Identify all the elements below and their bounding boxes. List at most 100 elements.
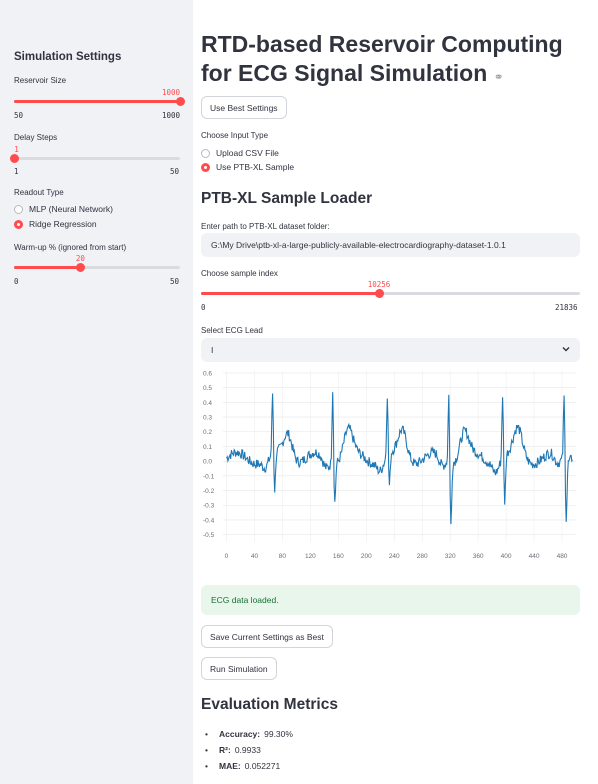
chevron-down-icon <box>562 347 570 352</box>
ecg-lead-label: Select ECG Lead <box>201 326 263 335</box>
chart-grid <box>223 370 576 542</box>
delay-steps-min: 1 <box>14 167 19 176</box>
ecg-lead-selected: I <box>211 345 214 355</box>
chart-x-ticks: 0 40 80 120 160 200 240 280 320 360 400 440 480 <box>225 553 568 560</box>
delay-steps-max: 50 <box>170 167 180 176</box>
y-tick-label: -0.4 <box>203 517 215 524</box>
slider-thumb[interactable] <box>9 154 19 163</box>
bullet-icon: • <box>205 761 208 771</box>
input-type-label: Choose Input Type <box>201 131 269 140</box>
slider-fill <box>14 266 81 269</box>
bullet-icon: • <box>205 729 208 739</box>
slider-thumb[interactable] <box>374 289 384 298</box>
metric-r2: • R²: 0.9933 <box>205 745 261 755</box>
radio-button[interactable] <box>201 162 210 172</box>
y-tick-label: -0.5 <box>203 532 215 539</box>
x-tick-label: 440 <box>529 553 540 560</box>
warmup-slider[interactable] <box>14 262 180 272</box>
radio-button[interactable] <box>14 219 23 229</box>
x-tick-label: 80 <box>279 553 287 560</box>
radio-label: Ridge Regression <box>29 219 97 229</box>
slider-track <box>14 157 180 160</box>
metric-name: MAE: <box>219 761 241 771</box>
slider-fill <box>201 292 379 295</box>
page-title: RTD-based Reservoir Computing for ECG Si… <box>201 30 591 92</box>
ecg-lead-select[interactable]: I <box>201 338 580 362</box>
warmup-label: Warm-up % (ignored from start) <box>14 243 127 252</box>
bullet-icon: • <box>205 745 208 755</box>
path-input-value: G:\My Drive\ptb-xl-a-large-publicly-avai… <box>211 240 506 250</box>
metric-accuracy: • Accuracy: 99.30% <box>205 729 293 739</box>
loader-heading: PTB-XL Sample Loader <box>201 190 373 207</box>
save-best-settings-button[interactable]: Save Current Settings as Best <box>201 625 333 648</box>
slider-fill <box>14 100 180 103</box>
y-tick-label: 0.4 <box>203 400 212 407</box>
path-input[interactable]: G:\My Drive\ptb-xl-a-large-publicly-avai… <box>201 233 580 257</box>
reservoir-size-max: 1000 <box>162 111 181 120</box>
x-tick-label: 480 <box>557 553 568 560</box>
x-tick-label: 0 <box>225 553 229 560</box>
ecg-chart: 0.6 0.5 0.4 0.3 0.2 0.1 0.0 -0.1 -0.2 -0.3 -0.4 -0.… <box>203 370 576 560</box>
readout-option-ridge[interactable]: Ridge Regression <box>14 219 97 229</box>
x-tick-label: 200 <box>361 553 372 560</box>
x-tick-label: 160 <box>333 553 344 560</box>
sample-index-min: 0 <box>201 303 206 312</box>
y-tick-label: 0.3 <box>203 415 212 422</box>
chart-y-ticks: 0.6 0.5 0.4 0.3 0.2 0.1 0.0 -0.1 -0.2 -0.3 -0.4 -0.… <box>203 370 215 539</box>
sample-index-label: Choose sample index <box>201 269 278 278</box>
readout-option-mlp[interactable]: MLP (Neural Network) <box>14 204 113 214</box>
sidebar: Simulation Settings Reservoir Size 1000 … <box>0 0 193 784</box>
metric-value: 0.9933 <box>234 745 261 755</box>
metrics-heading: Evaluation Metrics <box>201 696 338 713</box>
main-content: RTD-based Reservoir Computing for ECG Si… <box>193 0 598 784</box>
radio-button[interactable] <box>14 204 23 214</box>
radio-label: Upload CSV File <box>216 148 279 158</box>
metric-name: R²: <box>219 745 231 755</box>
x-tick-label: 120 <box>305 553 316 560</box>
reservoir-size-slider[interactable] <box>14 96 185 106</box>
delay-steps-label: Delay Steps <box>14 133 58 142</box>
y-tick-label: 0.0 <box>203 459 212 466</box>
y-tick-label: -0.1 <box>203 473 215 480</box>
reservoir-size-label: Reservoir Size <box>14 76 67 85</box>
sample-index-slider[interactable] <box>201 288 580 298</box>
metric-mae: • MAE: 0.052271 <box>205 761 280 771</box>
use-best-settings-button[interactable]: Use Best Settings <box>201 96 287 119</box>
radio-label: Use PTB-XL Sample <box>216 162 295 172</box>
page-title-line1: RTD-based Reservoir Computing <box>201 31 563 57</box>
input-option-csv[interactable]: Upload CSV File <box>201 148 279 158</box>
slider-thumb[interactable] <box>75 263 85 272</box>
ecg-series-line <box>226 392 573 525</box>
path-label: Enter path to PTB-XL dataset folder: <box>201 222 330 231</box>
warmup-min: 0 <box>14 277 19 286</box>
y-tick-label: 0.5 <box>203 385 212 392</box>
warmup-max: 50 <box>170 277 180 286</box>
y-tick-label: 0.6 <box>203 370 212 377</box>
sidebar-title: Simulation Settings <box>14 51 122 63</box>
success-alert: ECG data loaded. <box>201 585 580 615</box>
y-tick-label: 0.1 <box>203 444 212 451</box>
run-simulation-button[interactable]: Run Simulation <box>201 657 277 680</box>
link-icon[interactable]: ⚭ <box>494 70 504 84</box>
radio-label: MLP (Neural Network) <box>29 204 113 214</box>
input-option-ptbxl[interactable]: Use PTB-XL Sample <box>201 162 294 172</box>
y-tick-label: 0.2 <box>203 429 212 436</box>
x-tick-label: 320 <box>445 553 456 560</box>
sample-index-max: 21836 <box>555 303 578 312</box>
x-tick-label: 360 <box>473 553 484 560</box>
reservoir-size-min: 50 <box>14 111 24 120</box>
x-tick-label: 40 <box>251 553 259 560</box>
metric-name: Accuracy: <box>219 729 261 739</box>
metric-value: 99.30% <box>264 729 293 739</box>
slider-thumb[interactable] <box>175 97 185 106</box>
y-tick-label: -0.3 <box>203 503 215 510</box>
x-tick-label: 400 <box>501 553 512 560</box>
x-tick-label: 240 <box>389 553 400 560</box>
metric-value: 0.052271 <box>244 761 281 771</box>
page-title-line2: for ECG Signal Simulation <box>201 60 488 86</box>
y-tick-label: -0.2 <box>203 488 215 495</box>
readout-type-label: Readout Type <box>14 188 64 197</box>
delay-steps-slider[interactable] <box>9 153 180 163</box>
radio-button[interactable] <box>201 148 210 158</box>
x-tick-label: 280 <box>417 553 428 560</box>
